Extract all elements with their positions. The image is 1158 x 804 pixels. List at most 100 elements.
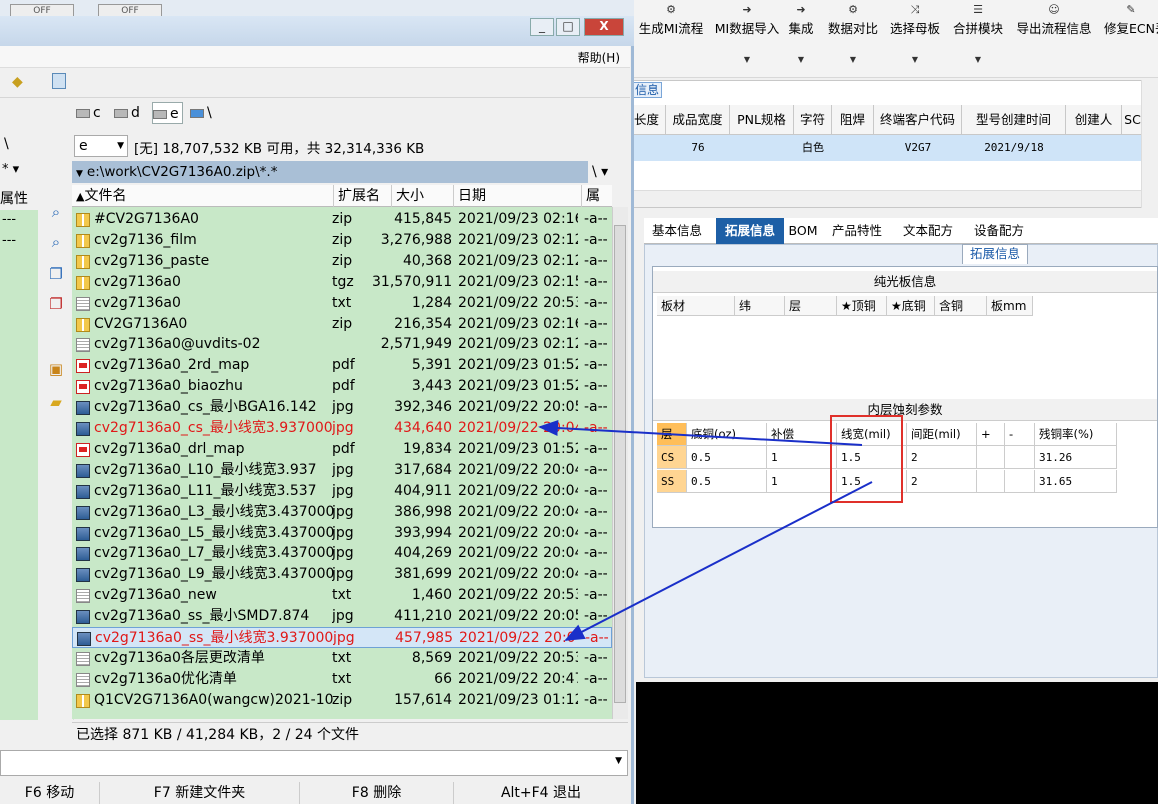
erp-tab-1[interactable]: 基本信息 [644, 218, 710, 244]
toolbar-button-7[interactable]: ☺ 导出流程信息 [1014, 0, 1094, 78]
inner-etch-cell[interactable]: 2 [907, 470, 977, 493]
toolbar-button-4[interactable]: ⚙ 数据对比 ▼ [826, 0, 880, 78]
drive-select[interactable]: e ▼ [74, 135, 128, 157]
file-row[interactable]: cv2g7136a0 txt 1,284 2021/09/22 20:53 -a-- [72, 293, 612, 314]
file-row[interactable]: cv2g7136a0_L11_最小线宽3.537 jpg 404,911 2021/0… [72, 481, 612, 502]
erp-grid-hscrollbar[interactable] [628, 190, 1141, 207]
toolbar-button-8[interactable]: ✎ 修复ECN丢 [1104, 0, 1158, 78]
compare-folder-icon[interactable]: ◆ [12, 74, 23, 90]
maximize-button[interactable]: □ [556, 18, 580, 36]
scrollbar-thumb[interactable] [614, 225, 626, 703]
chevron-down-icon[interactable]: ▼ [826, 55, 880, 64]
new-folder-icon[interactable]: ▰ [47, 393, 65, 411]
minimize-button[interactable]: _ [530, 18, 554, 36]
erp-info-tab[interactable]: 信息 [632, 82, 662, 98]
drive-e[interactable]: e [152, 102, 183, 124]
toolbar-button-6[interactable]: ☰ 合拼模块 ▼ [952, 0, 1004, 78]
grid-col-header[interactable]: 字符 [794, 105, 832, 135]
inner-etch-cell[interactable] [1005, 446, 1035, 469]
copy-icon[interactable]: ❐ [47, 265, 65, 283]
inner-etch-cell[interactable]: 31.65 [1035, 470, 1117, 493]
col-size[interactable]: 大小 [392, 185, 454, 207]
drive-d[interactable]: d [114, 102, 140, 124]
col-ext[interactable]: 扩展名 [334, 185, 392, 207]
grid-col-header[interactable]: 终端客户代码 [874, 105, 962, 135]
chevron-down-icon[interactable]: ▼ [615, 756, 622, 766]
file-row[interactable]: cv2g7136a0各层更改清单 txt 8,569 2021/09/22 20:53… [72, 648, 612, 669]
chevron-down-icon[interactable]: ▼ [786, 55, 816, 64]
chevron-down-icon[interactable]: ▼ [714, 55, 780, 64]
grid-col-header[interactable]: 成品宽度 [666, 105, 730, 135]
file-row[interactable]: cv2g7136a0 tgz 31,570,911 2021/09/23 02:15-… [72, 272, 612, 293]
inner-etch-cell[interactable]: 0.5 [687, 470, 767, 493]
network-drive[interactable]: \ [190, 102, 212, 124]
inner-etch-cell[interactable]: 0.5 [687, 446, 767, 469]
file-row[interactable]: cv2g7136a0_new txt 1,460 2021/09/22 20:53 -a… [72, 585, 612, 606]
file-row[interactable]: cv2g7136a0_ss_最小SMD7.874 jpg 411,210 2021/0… [72, 606, 612, 627]
inner-etch-cell[interactable] [977, 470, 1005, 493]
left-filter[interactable]: * ▾ [2, 162, 19, 177]
file-row[interactable]: cv2g7136_film zip 3,276,988 2021/09/23 02:1… [72, 230, 612, 251]
grid-col-header[interactable]: 型号创建时间 [962, 105, 1066, 135]
file-row[interactable]: cv2g7136a0_cs_最小BGA16.142 jpg 392,346 2021/… [72, 397, 612, 418]
file-row[interactable]: cv2g7136a0_biaozhu pdf 3,443 2021/09/23 01:… [72, 376, 612, 397]
f7-newfolder-button[interactable]: F7 新建文件夹 [100, 782, 300, 804]
inner-etch-cell[interactable]: 31.26 [1035, 446, 1117, 469]
move-icon[interactable]: ❐ [47, 295, 65, 313]
file-row[interactable]: cv2g7136_paste zip 40,368 2021/09/23 02:12-… [72, 251, 612, 272]
left-path-root[interactable]: \ [4, 136, 9, 152]
grid-col-header[interactable]: 创建人 [1066, 105, 1122, 135]
file-row[interactable]: cv2g7136a0_L10_最小线宽3.937 jpg 317,684 2021/0… [72, 460, 612, 481]
col-name[interactable]: ▲文件名 [72, 185, 334, 207]
col-attr[interactable]: 属性 [582, 185, 612, 226]
grid-col-header[interactable]: 阻焊 [832, 105, 874, 135]
close-button[interactable]: X [584, 18, 624, 36]
inner-etch-cell[interactable]: 2 [907, 446, 977, 469]
erp-grid-row[interactable]: 76 白色 V2G7 2021/9/18 [628, 135, 1143, 161]
file-row[interactable]: cv2g7136a0_drl_map pdf 19,834 2021/09/23 01… [72, 439, 612, 460]
erp-tab-5[interactable]: 文本配方 [894, 218, 962, 244]
f6-move-button[interactable]: F6 移动 [0, 782, 100, 804]
file-row[interactable]: cv2g7136a0_L3_最小线宽3.437000.. jpg 386,998 20… [72, 502, 612, 523]
file-row[interactable]: cv2g7136a0_ss_最小线宽3.937000.. jpg 457,985 20… [72, 627, 612, 648]
toolbar-button-3[interactable]: ➜ 集成 ▼ [786, 0, 816, 78]
toolbar-button-1[interactable]: ⚙ 生成MI流程 [638, 0, 704, 78]
history-dropdown-icon[interactable]: ▼ [76, 169, 83, 179]
toolbar-button-2[interactable]: ➜ MI数据导入 ▼ [714, 0, 780, 78]
left-file-list[interactable]: --- --- [0, 210, 38, 720]
erp-tab-3[interactable]: BOM [786, 218, 820, 244]
file-row[interactable]: cv2g7136a0_cs_最小线宽3.937000.. jpg 434,640 20… [72, 418, 612, 439]
search-icon[interactable]: ⌕ [47, 203, 65, 221]
file-row[interactable]: #CV2G7136A0 zip 415,845 2021/09/23 02:16 -a-… [72, 209, 612, 230]
altf4-exit-button[interactable]: Alt+F4 退出 [454, 782, 628, 804]
current-path[interactable]: ▼ e:\work\CV2G7136A0.zip\*.* [72, 161, 588, 183]
file-row[interactable]: CV2G7136A0 zip 216,354 2021/09/23 02:16 -a-- [72, 314, 612, 335]
chevron-down-icon[interactable]: ▼ [952, 55, 1004, 64]
erp-tab-6[interactable]: 设备配方 [964, 218, 1034, 244]
file-row[interactable]: cv2g7136a0_L5_最小线宽3.437000.. jpg 393,994 20… [72, 523, 612, 544]
file-row[interactable]: cv2g7136a0_L9_最小线宽3.437000.. jpg 381,699 20… [72, 564, 612, 585]
inner-etch-cell[interactable] [1005, 470, 1035, 493]
drive-c[interactable]: c [76, 102, 101, 124]
file-row[interactable]: cv2g7136a0@uvdits-02 2,571,949 2021/09/23 … [72, 334, 612, 355]
file-row[interactable]: cv2g7136a0_L7_最小线宽3.437000.. jpg 404,269 20… [72, 543, 612, 564]
grid-col-header[interactable]: PNL规格 [730, 105, 794, 135]
notepad-icon[interactable] [52, 73, 66, 89]
erp-tab-4[interactable]: 产品特性 [822, 218, 892, 244]
f8-delete-button[interactable]: F8 删除 [300, 782, 454, 804]
command-line-input[interactable]: ▼ [0, 750, 628, 776]
path-root-filter[interactable]: \ ▾ [592, 161, 628, 183]
erp-tab-2[interactable]: 拓展信息 [716, 218, 784, 244]
package-icon[interactable]: ▣ [47, 360, 65, 378]
inner-etch-cell[interactable] [977, 446, 1005, 469]
file-row[interactable]: Q1CV2G7136A0(wangcw)2021-10-.. zip 157,614… [72, 690, 612, 711]
erp-grid-vscrollbar[interactable] [1141, 80, 1158, 208]
find-file-icon[interactable]: ⌕ [47, 233, 65, 251]
file-row[interactable]: cv2g7136a0_2rd_map pdf 5,391 2021/09/23 01:… [72, 355, 612, 376]
chevron-down-icon[interactable]: ▼ [890, 55, 940, 64]
menu-help[interactable]: 帮助(H) [578, 49, 620, 66]
inner-etch-cell[interactable]: 1 [767, 470, 837, 493]
file-row[interactable]: cv2g7136a0优化清单 txt 66 2021/09/22 20:47 -a-- [72, 669, 612, 690]
inner-etch-cell[interactable]: 1 [767, 446, 837, 469]
col-date[interactable]: 日期 [454, 185, 582, 207]
